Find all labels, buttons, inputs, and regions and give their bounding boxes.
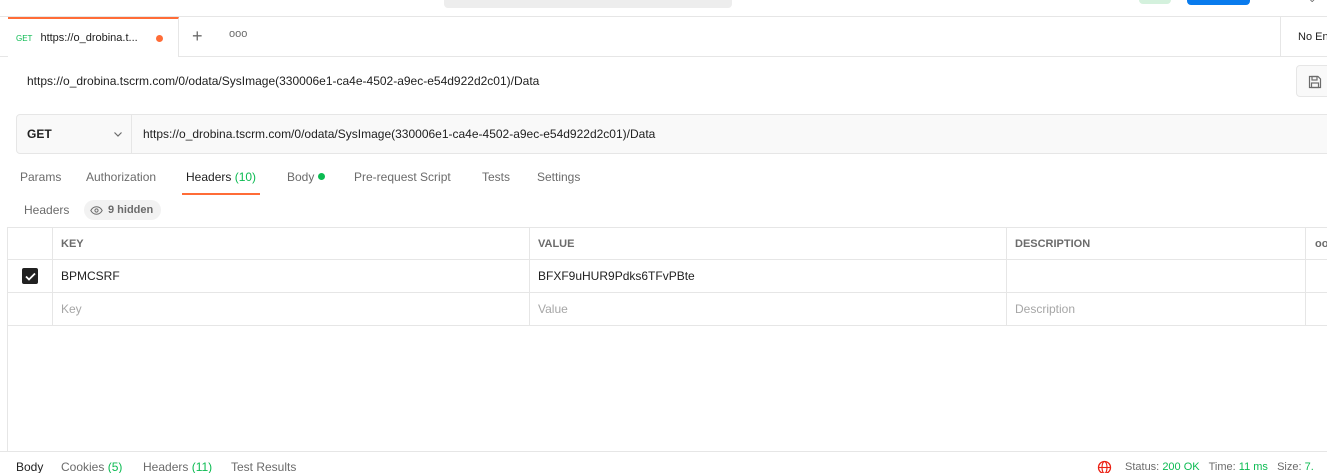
tab-method-label: GET [16, 33, 33, 43]
request-name[interactable]: https://o_drobina.tscrm.com/0/odata/SysI… [27, 74, 539, 88]
headers-section-label: Headers [24, 203, 70, 217]
top-app-bar: ⌄ [0, 0, 1327, 17]
response-tab-cookies[interactable]: Cookies (5) [61, 460, 122, 473]
tab-headers[interactable]: Headers (10) [182, 170, 261, 195]
response-tab-headers-count: (11) [191, 460, 213, 473]
hidden-headers-toggle[interactable]: 9 hidden [84, 200, 162, 220]
tab-title: https://o_drobina.t... [40, 32, 138, 44]
tab-body[interactable]: Body [287, 170, 326, 194]
status-value[interactable]: 200 OK [1162, 461, 1199, 473]
body-indicator-dot [318, 173, 326, 180]
global-search-input[interactable] [444, 0, 732, 8]
tab-body-label: Body [287, 170, 315, 184]
upgrade-button[interactable] [1187, 0, 1250, 5]
row-spacer [1306, 260, 1327, 292]
new-value-input[interactable]: Value [530, 293, 1007, 325]
status-label: Status: [1125, 461, 1160, 473]
chevron-down-icon[interactable]: ⌄ [1308, 0, 1316, 5]
tab-headers-label: Headers [186, 170, 232, 184]
tab-prerequest-script[interactable]: Pre-request Script [354, 170, 451, 194]
new-key-input[interactable]: Key [53, 293, 530, 325]
column-header-key: KEY [53, 228, 530, 259]
environment-label: No En [1298, 31, 1327, 43]
save-icon [1308, 75, 1322, 89]
tab-tests[interactable]: Tests [482, 170, 510, 194]
url-input[interactable]: https://o_drobina.tscrm.com/0/odata/SysI… [143, 127, 655, 141]
time-value[interactable]: 11 ms [1239, 461, 1268, 473]
response-tab-cookies-label: Cookies [61, 460, 105, 473]
request-tab-bar: GET https://o_drobina.t... + ooo No En [0, 17, 1327, 57]
checkbox-checked-icon [22, 268, 38, 284]
tab-settings[interactable]: Settings [537, 170, 580, 194]
header-description-cell[interactable] [1007, 260, 1306, 292]
eye-icon [90, 205, 103, 215]
column-header-value: VALUE [530, 228, 1007, 259]
header-value-cell[interactable]: BFXF9uHUR9Pdks6TFvPBte [530, 260, 1007, 292]
table-header-row: KEY VALUE DESCRIPTION ooo [8, 227, 1327, 260]
request-url-bar: GET https://o_drobina.tscrm.com/0/odata/… [16, 114, 1327, 154]
chevron-down-icon [114, 132, 122, 137]
size-value[interactable]: 7. [1305, 461, 1314, 473]
response-tab-cookies-count: (5) [107, 460, 123, 473]
tab-headers-count: (10) [234, 170, 257, 184]
response-tab-headers[interactable]: Headers (11) [143, 460, 212, 473]
row-checkbox[interactable] [8, 260, 53, 292]
globe-icon[interactable] [1097, 460, 1112, 473]
column-options-button[interactable]: ooo [1306, 228, 1327, 259]
response-tab-headers-label: Headers [143, 460, 189, 473]
row-spacer [1306, 293, 1327, 325]
invite-button[interactable] [1139, 0, 1171, 4]
response-tab-body[interactable]: Body [16, 460, 43, 473]
header-cell-check [8, 228, 53, 259]
method-select[interactable]: GET [17, 115, 132, 153]
unsaved-changes-dot [156, 35, 163, 42]
size-label: Size: [1277, 461, 1302, 473]
response-meta: Status: 200 OK Time: 11 ms Size: 7. [1125, 461, 1314, 473]
response-divider[interactable] [0, 451, 1327, 452]
response-tab-test-results[interactable]: Test Results [231, 460, 296, 473]
tab-params[interactable]: Params [20, 170, 61, 194]
request-tab[interactable]: GET https://o_drobina.t... [8, 17, 179, 57]
column-header-description: DESCRIPTION [1007, 228, 1306, 259]
environment-selector[interactable]: No En [1280, 17, 1327, 57]
save-button[interactable] [1296, 65, 1327, 97]
table-row-new: Key Value Description [8, 293, 1327, 326]
row-checkbox-empty [8, 293, 53, 325]
tab-authorization[interactable]: Authorization [86, 170, 156, 194]
method-value: GET [27, 127, 52, 141]
time-label: Time: [1208, 461, 1236, 473]
new-tab-button[interactable]: + [192, 27, 203, 45]
new-description-input[interactable]: Description [1007, 293, 1306, 325]
tab-options-button[interactable]: ooo [229, 28, 247, 40]
table-row: BPMCSRF BFXF9uHUR9Pdks6TFvPBte [8, 260, 1327, 293]
hidden-headers-count: 9 hidden [108, 204, 154, 216]
header-key-cell[interactable]: BPMCSRF [53, 260, 530, 292]
